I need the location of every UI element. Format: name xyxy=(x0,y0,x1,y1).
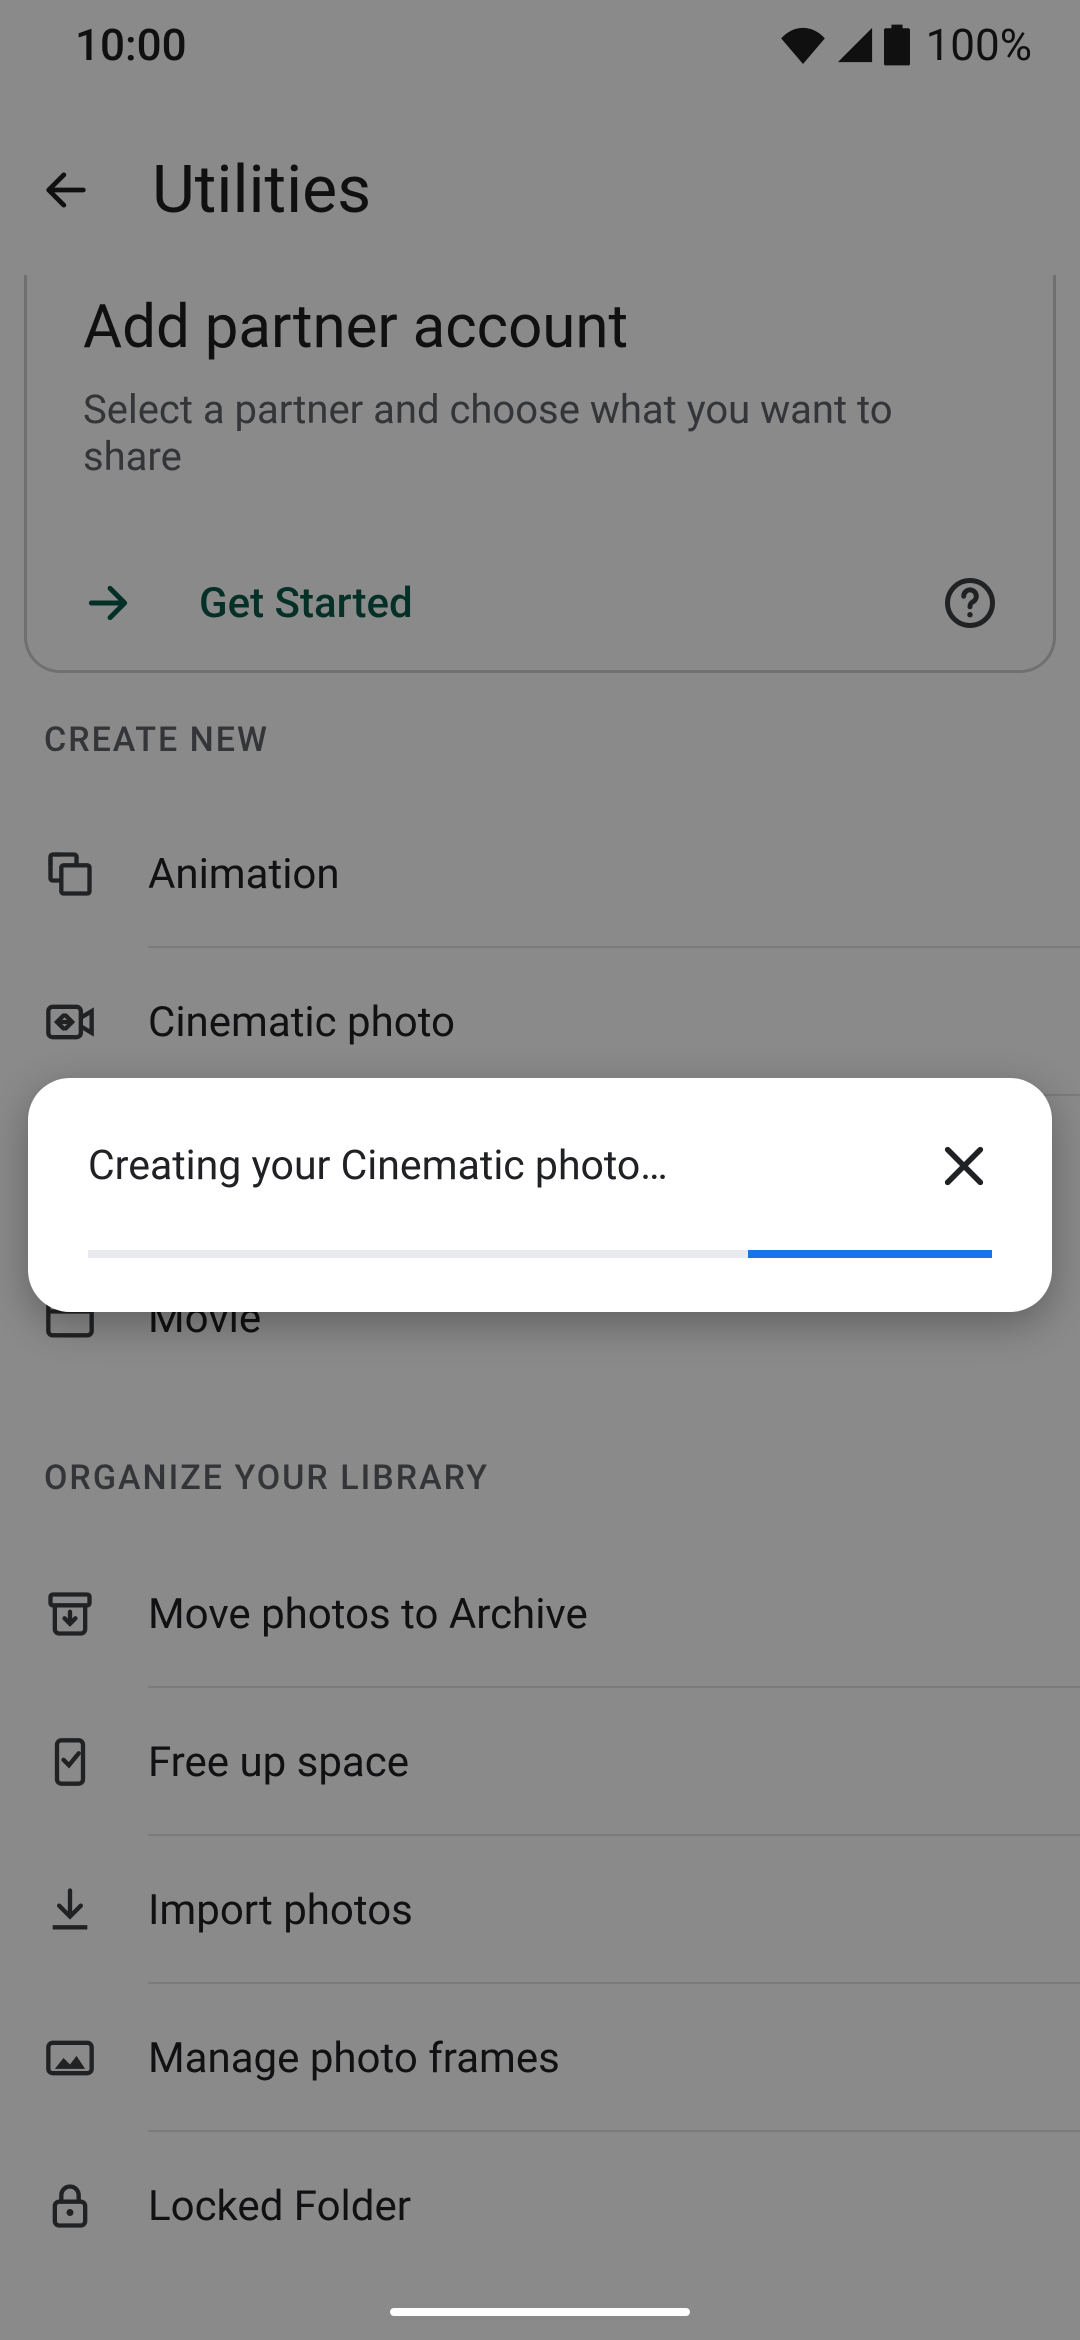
progress-bar xyxy=(748,1250,992,1258)
progress-track xyxy=(88,1250,992,1258)
home-indicator[interactable] xyxy=(390,2308,690,2316)
close-icon[interactable] xyxy=(936,1138,992,1194)
dialog-title: Creating your Cinematic photo… xyxy=(88,1142,668,1190)
progress-dialog: Creating your Cinematic photo… xyxy=(28,1078,1052,1312)
